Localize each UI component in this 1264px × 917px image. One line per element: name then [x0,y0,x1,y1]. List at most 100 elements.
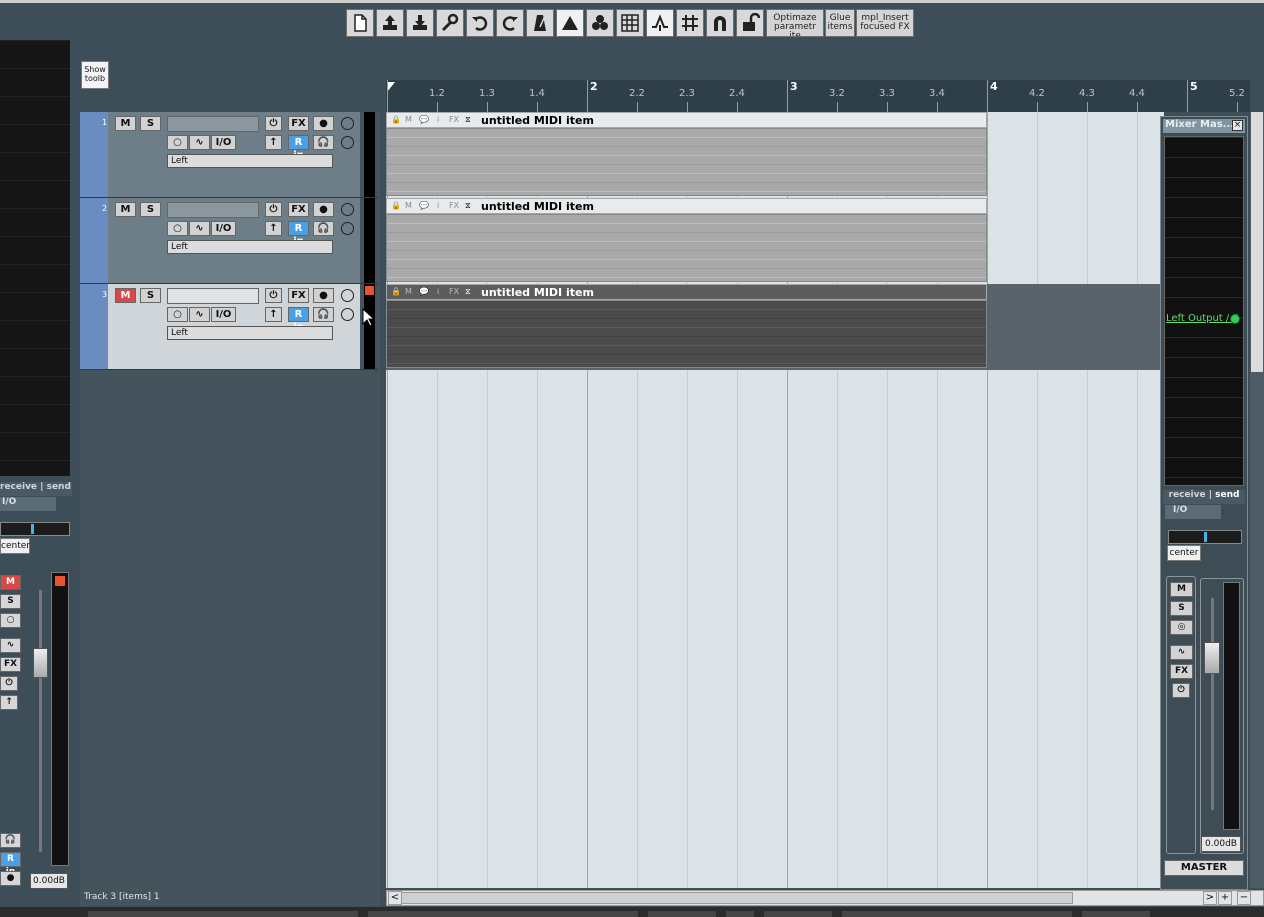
left-mixer-fx-button[interactable]: FX [0,657,21,672]
show-toolbar-button[interactable]: Show toolb [81,61,109,89]
mute-button[interactable]: M [115,202,136,217]
insert-focused-fx-button[interactable]: mpl_Insert focused FX [856,9,914,37]
item-midi-content[interactable] [386,300,987,368]
master-fx-button[interactable]: FX [1170,664,1193,679]
output-status-icon[interactable] [1230,314,1240,324]
fx-button[interactable]: FX [288,116,309,131]
item-header[interactable]: 🔒 M 💬 i FX ⧖ untitled MIDI item [386,112,987,128]
pan-knob-icon[interactable] [341,136,354,149]
glue-items-button[interactable]: Glue items [825,9,855,37]
track-output-field[interactable]: Left [167,154,333,168]
item-envelope-icon[interactable]: ⧖ [465,287,471,297]
item-notes-icon[interactable]: 💬 [419,287,429,296]
item-envelope-icon[interactable]: ⧖ [465,201,471,211]
phase-icon[interactable]: ↑ [265,307,282,322]
open-project-icon[interactable] [376,9,404,37]
phase-icon[interactable]: ↑ [265,221,282,236]
solo-button[interactable]: S [140,116,161,131]
phase-icon[interactable]: ↑ [265,135,282,150]
snap-grid-icon[interactable] [616,9,644,37]
optimize-button[interactable]: Optimaze parametr ite [766,9,824,37]
io-button[interactable]: I/O [211,135,236,150]
scroll-left-icon[interactable]: < [388,891,402,905]
track-1[interactable]: 1 M S ⏻ FX ● ○ ∿ I/O ↑ R in 🎧 Left [80,112,378,198]
save-project-icon[interactable] [406,9,434,37]
timeline-ruler[interactable] [386,80,1250,112]
master-power-icon[interactable]: ⏻ [1172,683,1190,698]
mute-button[interactable]: M [115,288,136,303]
left-mixer-input-button[interactable]: R in [0,852,21,877]
solo-button[interactable]: S [140,202,161,217]
left-mixer-envelope-icon[interactable]: ∿ [0,638,21,653]
item-midi-content[interactable] [386,128,987,196]
zoom-in-icon[interactable]: + [1218,891,1232,905]
record-arm-icon[interactable]: ● [313,202,334,217]
track-body[interactable]: 2 M S ⏻ FX ● ○ ∿ I/O ↑ R in 🎧 Left [102,198,360,283]
track-body[interactable]: 3 M S ⏻ FX ● ○ ∿ I/O ↑ R in 🎧 Left [102,284,360,369]
auto-crossfade-icon[interactable] [556,9,584,37]
record-arm-icon[interactable]: ● [313,288,334,303]
track-output-field[interactable]: Left [167,326,333,340]
track-body[interactable]: 1 M S ⏻ FX ● ○ ∿ I/O ↑ R in 🎧 Left [102,112,360,197]
master-solo-button[interactable]: S [1170,601,1193,616]
track-name-field[interactable] [167,202,259,218]
left-mixer-mute-button[interactable]: M [0,575,21,590]
record-mode-icon[interactable]: ○ [167,135,188,150]
redo-icon[interactable] [496,9,524,37]
track-3[interactable]: 3 M S ⏻ FX ● ○ ∿ I/O ↑ R in 🎧 Left [80,284,378,370]
item-notes-icon[interactable]: 💬 [419,115,429,124]
metronome-icon[interactable] [526,9,554,37]
item-mute-icon[interactable]: M [405,201,412,210]
horizontal-scroll-thumb[interactable] [401,892,1073,904]
item-mute-icon[interactable]: M [405,287,412,296]
master-fader[interactable] [1204,642,1220,674]
item-lock-icon[interactable]: 🔒 [391,115,401,124]
master-output-label[interactable]: Left Output / F [1166,313,1239,324]
fx-bypass-icon[interactable]: ⏻ [265,288,282,303]
zoom-out-icon[interactable]: − [1237,891,1251,905]
item-info-icon[interactable]: i [437,201,439,210]
master-mono-icon[interactable]: ◎ [1170,620,1193,635]
record-arm-icon[interactable]: ● [313,116,334,131]
io-button[interactable]: I/O [211,307,236,322]
left-mixer-solo-button[interactable]: S [0,594,21,609]
left-mixer-clip-indicator[interactable] [55,576,65,586]
fx-button[interactable]: FX [288,202,309,217]
item-mute-icon[interactable]: M [405,115,412,124]
envelope-icon[interactable]: ∿ [189,221,210,236]
record-input-button[interactable]: R in [288,221,309,247]
item-header[interactable]: 🔒 M 💬 i FX ⧖ untitled MIDI item [386,284,987,300]
item-midi-content[interactable] [386,214,987,282]
track-name-field[interactable] [167,288,259,304]
clip-indicator[interactable] [365,286,374,295]
envelope-icon[interactable]: ∿ [189,307,210,322]
undo-icon[interactable] [466,9,494,37]
record-mode-icon[interactable]: ○ [167,221,188,236]
fx-bypass-icon[interactable]: ⏻ [265,116,282,131]
midi-item[interactable]: 🔒 M 💬 i FX ⧖ untitled MIDI item [386,198,987,284]
new-project-icon[interactable] [346,9,374,37]
mute-button[interactable]: M [115,116,136,131]
monitor-icon[interactable]: 🎧 [313,135,334,150]
item-notes-icon[interactable]: 💬 [419,201,429,210]
left-mixer-record-icon[interactable]: ○ [0,613,21,628]
master-io-button[interactable]: I/O [1165,505,1221,519]
master-receive-send[interactable]: receive | send [1163,490,1245,504]
monitor-icon[interactable]: 🎧 [313,221,334,236]
left-mixer-fader[interactable] [33,648,48,678]
preferences-icon[interactable] [436,9,464,37]
item-fx-icon[interactable]: FX [449,115,459,124]
left-mixer-pan-slider[interactable] [0,522,70,536]
left-mixer-phase-icon[interactable]: ↑ [0,695,18,710]
item-fx-icon[interactable]: FX [449,201,459,210]
midi-item-selected[interactable]: 🔒 M 💬 i FX ⧖ untitled MIDI item [386,284,987,370]
record-mode-icon[interactable]: ○ [167,307,188,322]
item-lock-icon[interactable]: 🔒 [391,201,401,210]
pan-knob-icon[interactable] [341,222,354,235]
grid-icon[interactable] [676,9,704,37]
scroll-right-icon[interactable]: > [1203,891,1217,905]
envelope-icon[interactable]: ∿ [189,135,210,150]
close-icon[interactable]: × [1232,120,1243,131]
snap-magnet-icon[interactable] [706,9,734,37]
item-fx-icon[interactable]: FX [449,287,459,296]
